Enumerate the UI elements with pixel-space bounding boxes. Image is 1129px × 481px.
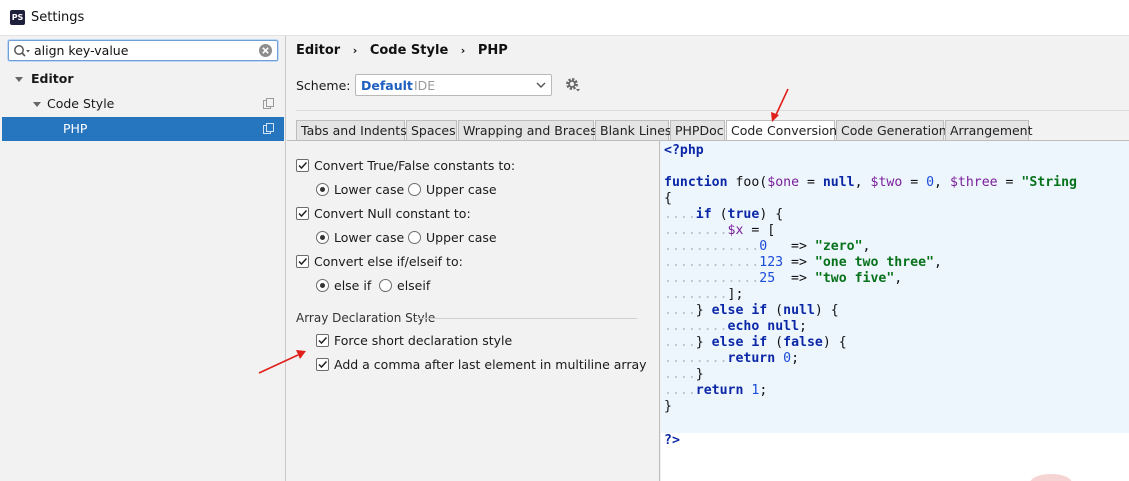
checkbox[interactable]: [316, 334, 329, 347]
breadcrumb-separator: ›: [352, 44, 358, 57]
tree-item-editor[interactable]: Editor: [2, 67, 284, 91]
checkbox[interactable]: [316, 358, 329, 371]
chevron-down-icon[interactable]: [14, 67, 24, 91]
search-input[interactable]: [34, 41, 259, 60]
search-icon: [14, 45, 30, 57]
check-icon: [298, 209, 308, 218]
tab-spaces[interactable]: Spaces: [406, 120, 457, 141]
scheme-label: Scheme:: [296, 78, 351, 93]
radio-label: else if: [334, 278, 372, 293]
tree-item-php[interactable]: PHP: [2, 117, 284, 141]
code-line: function foo($one = null, $two = 0, $thr…: [664, 175, 1077, 190]
settings-sidebar: Editor Code Style PHP: [0, 36, 286, 481]
code-line: ............0 => "zero",: [664, 239, 871, 254]
clear-search-icon[interactable]: [258, 43, 273, 58]
code-line: ....return 1;: [664, 383, 768, 398]
code-line: ....}: [664, 367, 704, 382]
option-label: Convert else if/elseif to:: [314, 254, 463, 269]
tree-item-label: Code Style: [47, 96, 115, 111]
tree-item-label: PHP: [63, 121, 88, 136]
code-line: ........return 0;: [664, 351, 800, 366]
true-false-case-radio-group: Lower case Upper case: [316, 181, 536, 199]
code-line: ........$x = [: [664, 223, 776, 238]
project-scope-icon: [263, 123, 274, 134]
tab-blank-lines[interactable]: Blank Lines: [595, 120, 671, 141]
convert-true-false-checkbox[interactable]: Convert True/False constants to:: [296, 157, 616, 175]
radio-lower-case[interactable]: [316, 183, 329, 196]
breadcrumb-item: Code Style: [369, 43, 449, 58]
code-line: {: [664, 191, 672, 206]
tab-code-generation[interactable]: Code Generation: [836, 120, 947, 141]
radio-label: elseif: [397, 278, 431, 293]
check-icon: [318, 336, 328, 345]
tab-tabs-and-indents[interactable]: Tabs and Indents: [296, 120, 407, 141]
radio-label: Lower case: [334, 230, 405, 245]
code-line: ........];: [664, 287, 744, 302]
check-icon: [298, 257, 308, 266]
window-title: Settings: [31, 10, 85, 25]
divider: [296, 110, 1129, 111]
radio-else-if[interactable]: [316, 279, 329, 292]
php-open-tag: <?php: [664, 143, 704, 158]
search-box[interactable]: [8, 40, 278, 61]
breadcrumb-item: Editor: [296, 43, 341, 58]
checkbox[interactable]: [296, 207, 309, 220]
code-line: ........echo null;: [664, 319, 807, 334]
code-line: ....} else if (null) {: [664, 303, 839, 318]
radio-label: Upper case: [426, 182, 497, 197]
check-icon: [318, 360, 328, 369]
option-label: Convert True/False constants to:: [314, 158, 516, 173]
tab-arrangement[interactable]: Arrangement: [945, 120, 1033, 141]
title-bar: PS Settings: [0, 0, 1129, 36]
check-icon: [298, 161, 308, 170]
tree-item-label: Editor: [31, 71, 74, 86]
code-line: ....if (true) {: [664, 207, 784, 222]
code-line: ....} else if (false) {: [664, 335, 847, 350]
option-label: Convert Null constant to:: [314, 206, 471, 221]
radio-upper-case[interactable]: [408, 231, 421, 244]
php-close-tag: ?>: [664, 433, 680, 448]
checkbox[interactable]: [296, 255, 309, 268]
tab-phpdoc[interactable]: PHPDoc: [670, 120, 725, 141]
tab-code-conversion[interactable]: Code Conversion: [726, 120, 837, 142]
code-line: }: [664, 399, 672, 414]
checkbox[interactable]: [296, 159, 309, 172]
scheme-dropdown[interactable]: Default IDE: [355, 74, 552, 96]
chevron-down-icon: [536, 82, 546, 88]
gear-icon[interactable]: [565, 77, 581, 93]
code-line: ............25 => "two five",: [664, 271, 903, 286]
breadcrumb-separator: ›: [460, 44, 466, 57]
option-label: Force short declaration style: [334, 333, 513, 348]
radio-label: Upper case: [426, 230, 497, 245]
convert-null-checkbox[interactable]: Convert Null constant to:: [296, 205, 616, 223]
tree-item-code-style[interactable]: Code Style: [2, 92, 284, 116]
chevron-down-icon[interactable]: [32, 92, 42, 116]
settings-window: PS Settings Editor Code Style: [0, 0, 1129, 481]
radio-elseif[interactable]: [379, 279, 392, 292]
scheme-name: Default: [361, 78, 413, 93]
radio-label: Lower case: [334, 182, 405, 197]
project-scope-icon: [263, 98, 274, 109]
options-panel: Convert True/False constants to: Lower c…: [287, 141, 660, 481]
null-case-radio-group: Lower case Upper case: [316, 229, 536, 247]
watermark: [495, 323, 625, 363]
radio-upper-case[interactable]: [408, 183, 421, 196]
phpstorm-app-icon: PS: [10, 10, 25, 25]
else-if-radio-group: else if elseif: [316, 277, 536, 295]
scheme-type: IDE: [414, 78, 436, 93]
code-line: <?php: [664, 143, 704, 159]
convert-else-if-checkbox[interactable]: Convert else if/elseif to:: [296, 253, 616, 271]
radio-lower-case[interactable]: [316, 231, 329, 244]
breadcrumb: Editor › Code Style › PHP: [296, 43, 508, 58]
code-line: ?>: [664, 433, 680, 449]
settings-content: Editor › Code Style › PHP Scheme: Defaul…: [287, 36, 1129, 481]
code-preview: <?php function foo($one = null, $two = 0…: [661, 141, 1129, 433]
section-divider: [415, 318, 637, 319]
tab-wrapping-and-braces[interactable]: Wrapping and Braces: [458, 120, 597, 141]
breadcrumb-item: PHP: [477, 43, 508, 58]
code-line: ............123 => "one two three",: [664, 255, 942, 270]
